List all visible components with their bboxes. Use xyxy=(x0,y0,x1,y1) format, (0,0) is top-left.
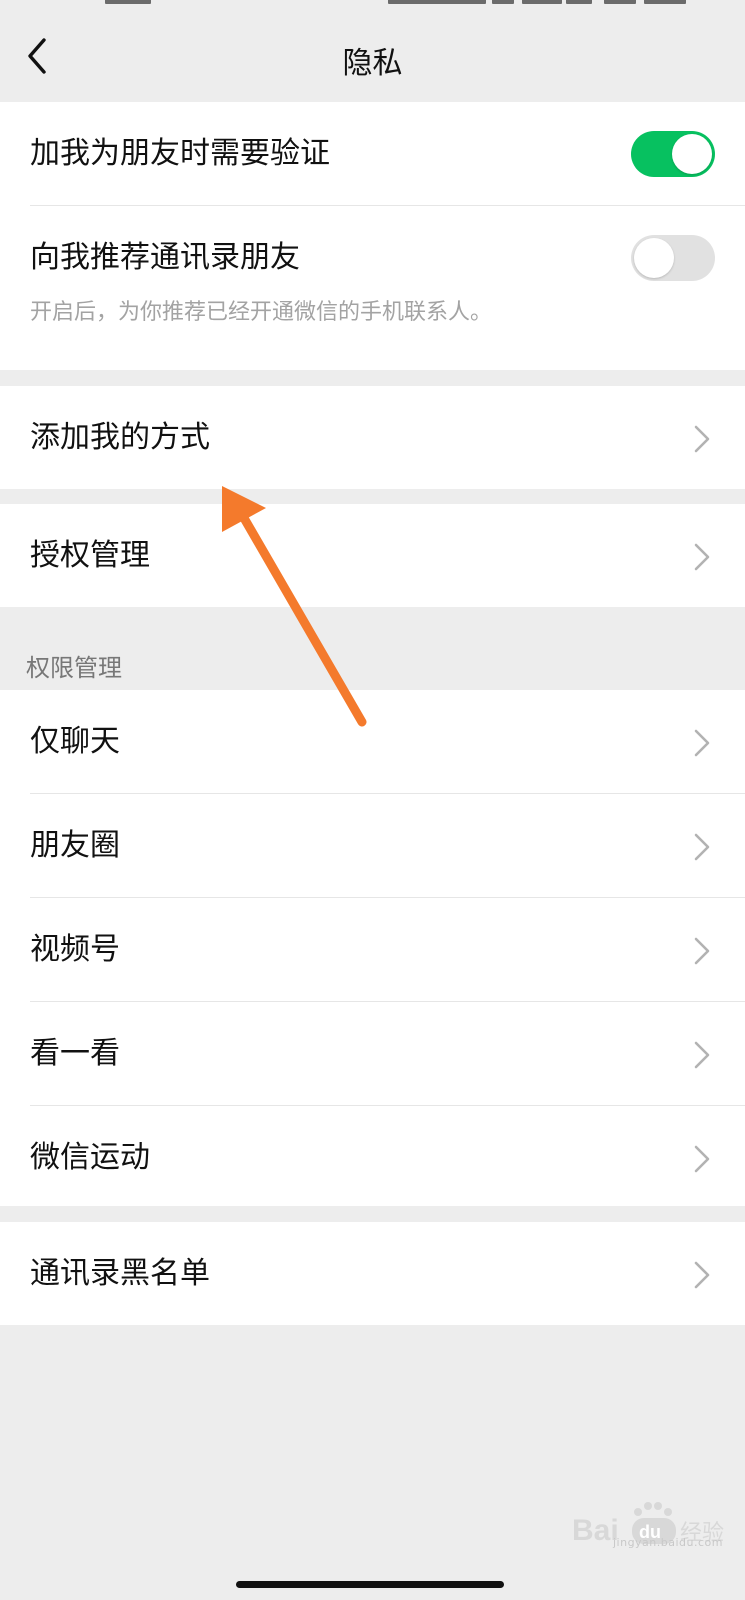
verify-label: 加我为朋友时需要验证 xyxy=(30,136,330,171)
toggle-row-verify: 加我为朋友时需要验证 xyxy=(0,102,745,206)
wifi-icon xyxy=(566,0,592,4)
friend-verification-group: 加我为朋友时需要验证 向我推荐通讯录朋友 开启后，为你推荐已经开通微信的手机联系… xyxy=(0,102,745,370)
authorization-row[interactable]: 授权管理 xyxy=(0,504,745,608)
verify-toggle[interactable] xyxy=(631,131,715,177)
network-speed-fragment xyxy=(388,0,486,4)
add-me-methods-group: 添加我的方式 xyxy=(0,386,745,489)
svg-text:Bai: Bai xyxy=(572,1514,619,1547)
battery-icon xyxy=(644,0,686,4)
clock-fragment xyxy=(105,0,151,4)
chevron-right-icon xyxy=(694,729,710,757)
nav-bar: 隐私 xyxy=(0,10,745,102)
chevron-right-icon xyxy=(694,833,710,861)
permissions-group: 仅聊天 朋友圈 视频号 看一看 微信运动 xyxy=(0,690,745,1206)
blacklist-label: 通讯录黑名单 xyxy=(30,1256,210,1291)
status-bar xyxy=(0,0,745,10)
recommend-description: 开启后，为你推荐已经开通微信的手机联系人。 xyxy=(30,300,493,325)
permission-item-channels[interactable]: 视频号 xyxy=(0,898,745,1002)
permission-item-chat-only[interactable]: 仅聊天 xyxy=(0,690,745,794)
chevron-right-icon xyxy=(694,1261,710,1289)
chevron-right-icon xyxy=(694,1145,710,1173)
permission-label: 视频号 xyxy=(30,932,120,967)
permission-label: 仅聊天 xyxy=(30,724,120,759)
watermark-url: jingyan.baidu.com xyxy=(612,1536,723,1549)
permission-item-top-stories[interactable]: 看一看 xyxy=(0,1002,745,1106)
permission-label: 微信运动 xyxy=(30,1140,150,1175)
chevron-right-icon xyxy=(694,543,710,571)
permission-label: 朋友圈 xyxy=(30,828,120,863)
permissions-section-title: 权限管理 xyxy=(26,654,122,682)
permission-item-moments[interactable]: 朋友圈 xyxy=(0,794,745,898)
recommend-toggle[interactable] xyxy=(631,235,715,281)
toggle-knob xyxy=(672,134,712,174)
blacklist-group: 通讯录黑名单 xyxy=(0,1222,745,1325)
permission-label: 看一看 xyxy=(30,1036,120,1071)
authorization-label: 授权管理 xyxy=(30,538,150,573)
chevron-right-icon xyxy=(694,937,710,965)
recommend-label: 向我推荐通讯录朋友 xyxy=(30,240,300,275)
authorization-group: 授权管理 xyxy=(0,504,745,607)
permission-item-werun[interactable]: 微信运动 xyxy=(0,1106,745,1210)
baidu-watermark-logo: Bai du 经验 xyxy=(572,1502,724,1547)
home-indicator xyxy=(236,1581,504,1588)
signal-2-icon xyxy=(604,0,636,4)
alarm-icon xyxy=(492,0,514,4)
signal-icon xyxy=(522,0,562,4)
add-me-methods-label: 添加我的方式 xyxy=(30,420,210,455)
add-me-methods-row[interactable]: 添加我的方式 xyxy=(0,386,745,490)
chevron-right-icon xyxy=(694,425,710,453)
toggle-knob xyxy=(634,238,674,278)
blacklist-row[interactable]: 通讯录黑名单 xyxy=(0,1222,745,1326)
page-title: 隐私 xyxy=(342,46,403,81)
chevron-right-icon xyxy=(694,1041,710,1069)
